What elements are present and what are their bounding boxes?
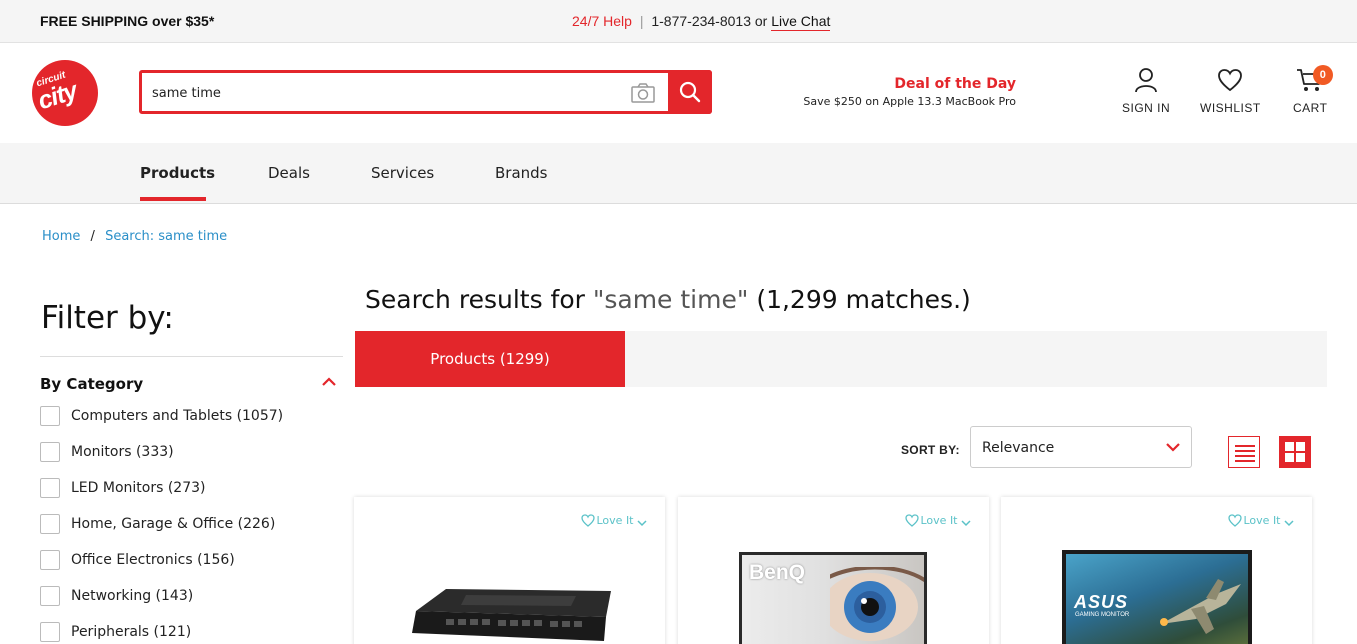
benq-brand-text: BenQ bbox=[749, 561, 806, 584]
category-checkbox[interactable] bbox=[40, 550, 60, 570]
category-heading[interactable]: By Category bbox=[40, 375, 143, 393]
heart-outline-icon bbox=[1227, 514, 1242, 527]
nav-item-products[interactable]: Products bbox=[140, 164, 215, 182]
love-it-button[interactable]: Love It bbox=[1227, 514, 1297, 527]
grid-view-icon bbox=[1285, 442, 1305, 462]
category-label: Networking (143) bbox=[71, 588, 194, 604]
breadcrumb-home[interactable]: Home bbox=[42, 229, 80, 244]
user-icon bbox=[1135, 68, 1157, 93]
chevron-down-icon bbox=[637, 520, 647, 527]
results-tabs: Products (1299) bbox=[355, 331, 1327, 387]
search-button[interactable] bbox=[668, 70, 712, 114]
category-checkbox[interactable] bbox=[40, 622, 60, 642]
search-input[interactable] bbox=[152, 81, 612, 105]
breadcrumb-separator: / bbox=[90, 229, 95, 244]
or-text: or bbox=[754, 13, 768, 29]
filter-title: Filter by: bbox=[41, 300, 174, 336]
category-checkbox[interactable] bbox=[40, 478, 60, 498]
deal-subtitle: Save $250 on Apple 13.3 MacBook Pro bbox=[803, 95, 1016, 108]
heart-outline-icon bbox=[580, 514, 595, 527]
tab-products[interactable]: Products (1299) bbox=[355, 331, 625, 387]
header: circuit city Deal of the Day Save $250 o… bbox=[0, 43, 1357, 143]
eye-illustration bbox=[830, 567, 924, 641]
love-it-label: Love It bbox=[596, 514, 634, 527]
nav-item-services[interactable]: Services bbox=[371, 164, 434, 182]
heart-icon bbox=[1218, 69, 1243, 92]
help-line: 24/7 Help | 1-877-234-8013 or Live Chat bbox=[572, 13, 831, 31]
nav-active-indicator bbox=[140, 197, 206, 201]
category-checkbox[interactable] bbox=[40, 406, 60, 426]
category-checkbox[interactable] bbox=[40, 514, 60, 534]
search-bar bbox=[139, 70, 712, 114]
jet-illustration bbox=[1160, 579, 1241, 634]
product-card[interactable]: Love It bbox=[354, 497, 665, 644]
list-view-button[interactable] bbox=[1228, 436, 1260, 468]
monitor-screen: ASUS GAMING MONITOR bbox=[1066, 554, 1248, 644]
love-it-button[interactable]: Love It bbox=[904, 514, 974, 527]
help-separator: | bbox=[639, 13, 644, 29]
list-view-icon bbox=[1235, 445, 1255, 462]
category-checkbox[interactable] bbox=[40, 442, 60, 462]
category-label: LED Monitors (273) bbox=[71, 480, 206, 496]
results-query: "same time" bbox=[592, 285, 749, 314]
sort-value: Relevance bbox=[982, 440, 1055, 456]
sort-select[interactable]: Relevance bbox=[970, 426, 1192, 468]
camera-icon[interactable] bbox=[631, 82, 655, 104]
monitor-screen: BenQ bbox=[742, 555, 924, 644]
product-card[interactable]: Love It BenQ bbox=[678, 497, 989, 644]
nav-item-deals[interactable]: Deals bbox=[268, 164, 310, 182]
search-icon bbox=[679, 81, 701, 103]
live-chat-link[interactable]: Live Chat bbox=[771, 13, 831, 31]
chevron-down-icon bbox=[1284, 520, 1294, 527]
cart-button[interactable]: 0 CART bbox=[1293, 65, 1333, 115]
love-it-button[interactable]: Love It bbox=[580, 514, 650, 527]
category-label: Peripherals (121) bbox=[71, 624, 192, 640]
asus-tagline-text: GAMING MONITOR bbox=[1075, 612, 1130, 618]
product-image-benq-monitor[interactable]: BenQ bbox=[739, 552, 927, 644]
filter-divider bbox=[40, 356, 343, 357]
sign-in-button[interactable]: SIGN IN bbox=[1122, 67, 1170, 115]
product-image-asus-gaming-monitor[interactable]: ASUS GAMING MONITOR bbox=[1062, 550, 1252, 644]
grid-view-button[interactable] bbox=[1279, 436, 1311, 468]
love-it-label: Love It bbox=[920, 514, 958, 527]
nav-item-brands[interactable]: Brands bbox=[495, 164, 548, 182]
heart-outline-icon bbox=[904, 514, 919, 527]
wishlist-button[interactable]: WISHLIST bbox=[1200, 67, 1261, 115]
product-image-network-switch[interactable] bbox=[406, 581, 614, 644]
results-heading: Search results for "same time" (1,299 ma… bbox=[365, 285, 971, 314]
category-label: Office Electronics (156) bbox=[71, 552, 235, 568]
chevron-down-icon bbox=[961, 520, 971, 527]
chevron-down-icon bbox=[1166, 443, 1180, 452]
category-label: Computers and Tablets (1057) bbox=[71, 408, 284, 424]
phone-number[interactable]: 1-877-234-8013 bbox=[651, 13, 751, 29]
wishlist-label: WISHLIST bbox=[1200, 101, 1261, 115]
chevron-up-icon[interactable] bbox=[321, 375, 337, 387]
category-label: Home, Garage & Office (226) bbox=[71, 516, 276, 532]
cart-label: CART bbox=[1293, 101, 1328, 115]
product-card[interactable]: Love It ASUS GAMING MONITOR bbox=[1001, 497, 1312, 644]
main-nav: Products Deals Services Brands bbox=[0, 143, 1357, 204]
deal-of-the-day[interactable]: Deal of the Day Save $250 on Apple 13.3 … bbox=[803, 76, 1016, 108]
deal-title: Deal of the Day bbox=[894, 76, 1016, 92]
breadcrumb-current[interactable]: Search: same time bbox=[105, 229, 227, 244]
results-count: (1,299 matches.) bbox=[748, 285, 971, 314]
top-bar: FREE SHIPPING over $35* 24/7 Help | 1-87… bbox=[0, 0, 1357, 43]
sort-label: SORT BY: bbox=[901, 443, 960, 457]
category-label: Monitors (333) bbox=[71, 444, 174, 460]
asus-brand-text: ASUS bbox=[1074, 592, 1129, 612]
results-prefix: Search results for bbox=[365, 285, 593, 314]
cart-count-badge: 0 bbox=[1313, 65, 1333, 85]
help-label: 24/7 Help bbox=[572, 13, 632, 29]
circuit-city-logo[interactable]: circuit city bbox=[32, 60, 98, 126]
category-checkbox[interactable] bbox=[40, 586, 60, 606]
free-shipping-text: FREE SHIPPING over $35* bbox=[40, 13, 215, 29]
love-it-label: Love It bbox=[1243, 514, 1281, 527]
sign-in-label: SIGN IN bbox=[1122, 101, 1171, 115]
breadcrumb: Home / Search: same time bbox=[42, 229, 227, 244]
